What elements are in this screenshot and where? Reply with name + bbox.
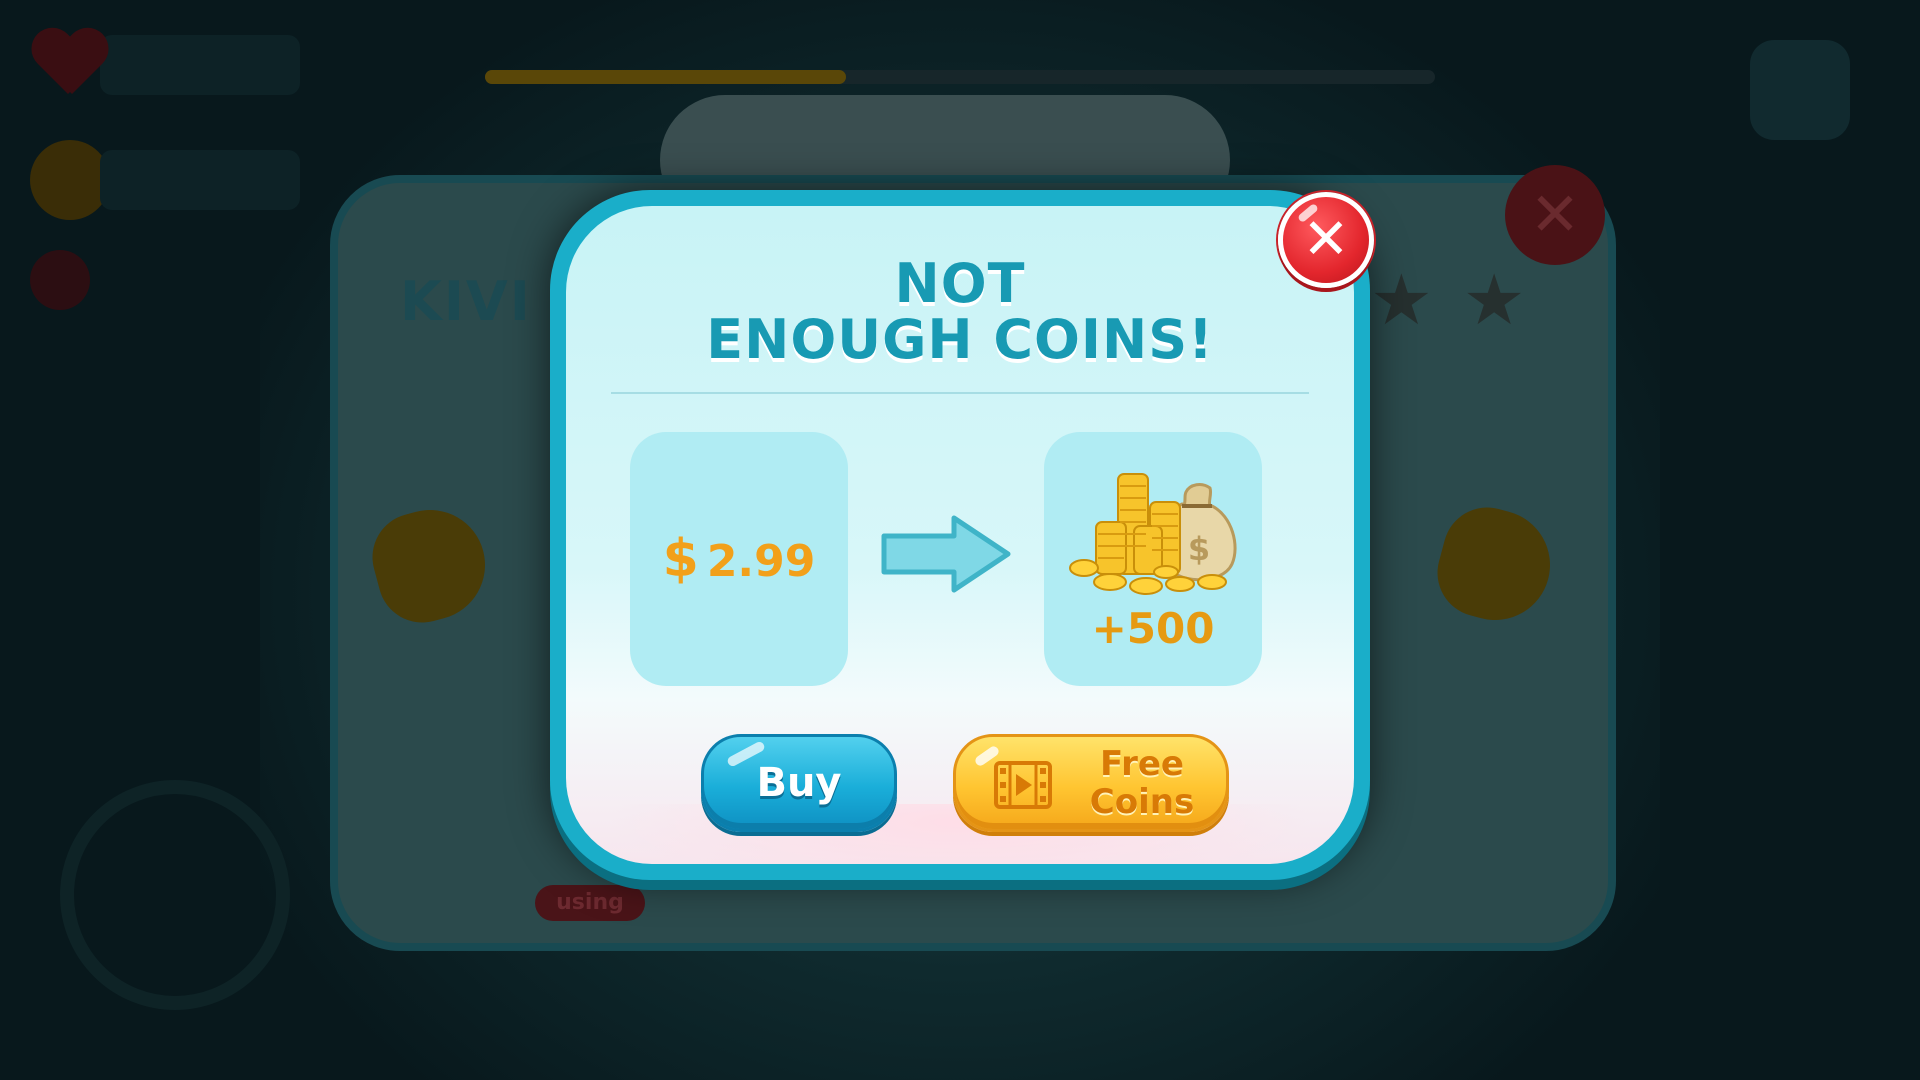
free-coins-button[interactable]: Free Coins [953,734,1229,832]
coin-stack-icon: $ [1069,473,1237,595]
character-name: KIVI [400,270,532,333]
lives-counter [30,30,300,100]
price-label: $2.99 [663,529,816,589]
coins-pill [100,150,300,210]
price-value: 2.99 [706,536,816,587]
joystick-ring [60,780,290,1010]
coins-counter [30,140,300,220]
free-coins-label: Free Coins [1089,744,1195,822]
using-badge: using [535,885,645,921]
star-icon: ★ [1370,259,1433,341]
gems-counter [30,250,90,310]
buy-button-label: Buy [756,760,842,806]
rating-stars: ★ ★ [1370,265,1526,335]
panel-close-icon: ✕ [1505,165,1605,265]
buy-button[interactable]: Buy [701,734,897,832]
not-enough-coins-dialog: NOT ENOUGH COINS! $2.99 $ +500 Buy Free … [550,190,1370,880]
lives-pill [100,35,300,95]
close-dialog-button[interactable]: ✕ [1278,192,1374,288]
title-divider [611,392,1309,394]
gem-icon [30,250,90,310]
level-progress-fill [485,70,846,84]
close-icon: ✕ [1302,207,1350,272]
reward-amount: +500 [1091,604,1215,653]
pause-button [1750,40,1850,140]
price-currency: $ [662,529,699,589]
dialog-title: NOT ENOUGH COINS! [566,256,1354,368]
level-progress-bar [485,70,1435,84]
arrow-right-icon [881,515,1011,593]
price-card: $2.99 [630,432,848,686]
coin-icon [30,140,110,220]
dialog-title-line2: ENOUGH COINS! [706,308,1214,371]
heart-icon [30,30,110,100]
dialog-body: NOT ENOUGH COINS! $2.99 $ +500 Buy Free … [566,206,1354,864]
svg-text:$: $ [1188,530,1210,568]
film-play-icon [994,761,1052,809]
dialog-title-line1: NOT [894,252,1026,315]
reward-card: $ +500 [1044,432,1262,686]
star-icon: ★ [1462,259,1526,341]
